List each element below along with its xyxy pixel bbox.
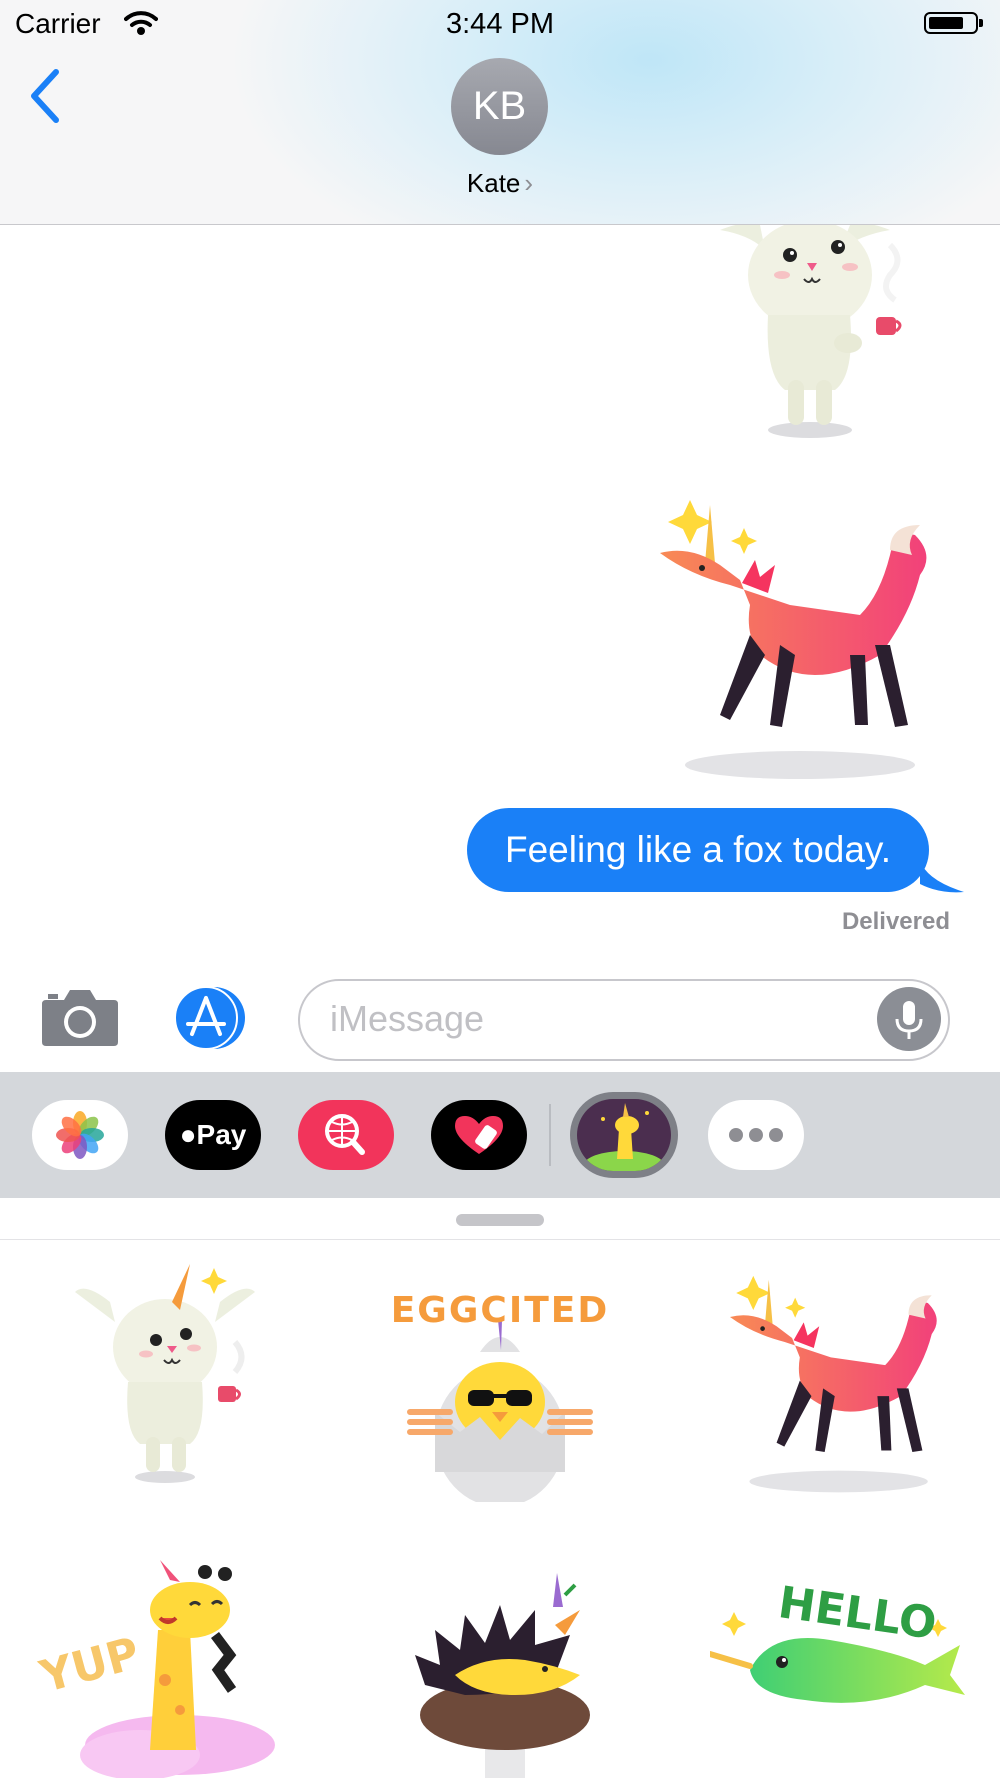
battery-icon: [924, 12, 983, 34]
panel-grabber[interactable]: [456, 1214, 544, 1226]
microphone-icon: [895, 1001, 923, 1039]
giraffe-icon: [584, 1103, 664, 1171]
microphone-button[interactable]: [877, 987, 941, 1051]
sticker-chick-eggcited[interactable]: EGGCITED: [380, 1262, 620, 1502]
sticker-narwhal-hello[interactable]: HELLO: [710, 1570, 975, 1720]
contact-avatar[interactable]: KB: [451, 58, 548, 155]
search-app-button[interactable]: [298, 1100, 394, 1170]
sticker-giraffe-yup[interactable]: YUP: [35, 1560, 290, 1778]
apple-pay-label: Pay: [196, 1119, 247, 1150]
message-input-placeholder: iMessage: [330, 998, 485, 1039]
camera-icon[interactable]: [40, 986, 120, 1048]
panel-separator: [0, 1239, 1000, 1240]
apple-logo-icon: ●: [179, 1119, 197, 1150]
heart-app-button[interactable]: [431, 1100, 527, 1170]
sticker-fox-unicorn[interactable]: [715, 1272, 970, 1497]
bubble-tail: [920, 860, 964, 893]
unicorn-stickers-app-button[interactable]: [570, 1092, 678, 1178]
contact-name-row[interactable]: Kate ›: [0, 168, 1000, 199]
sticker-bunny-unicorn[interactable]: [60, 1262, 270, 1487]
globe-search-icon: [325, 1114, 365, 1155]
apple-pay-app-button[interactable]: ●Pay: [165, 1100, 261, 1170]
chevron-right-icon: ›: [524, 168, 534, 198]
photos-icon: [56, 1111, 104, 1159]
sticker-caption-eggcited: EGGCITED: [390, 1290, 610, 1331]
ellipsis-icon: [729, 1128, 783, 1142]
status-time: 3:44 PM: [446, 8, 554, 40]
sent-message-bubble[interactable]: Feeling like a fox today.: [467, 808, 929, 892]
fox-unicorn-sticker[interactable]: [650, 495, 960, 785]
app-store-button[interactable]: [170, 986, 254, 1050]
sticker-hedgehog-unicorn[interactable]: [405, 1565, 605, 1778]
more-apps-button[interactable]: [708, 1100, 804, 1170]
drawer-divider: [549, 1104, 551, 1166]
back-chevron-icon[interactable]: [26, 68, 62, 124]
contact-name: Kate: [466, 168, 521, 198]
photos-app-button[interactable]: [32, 1100, 128, 1170]
delivery-status: Delivered: [841, 908, 950, 935]
heart-icon: [455, 1116, 503, 1154]
bunny-unicorn-sticker[interactable]: [690, 225, 930, 445]
